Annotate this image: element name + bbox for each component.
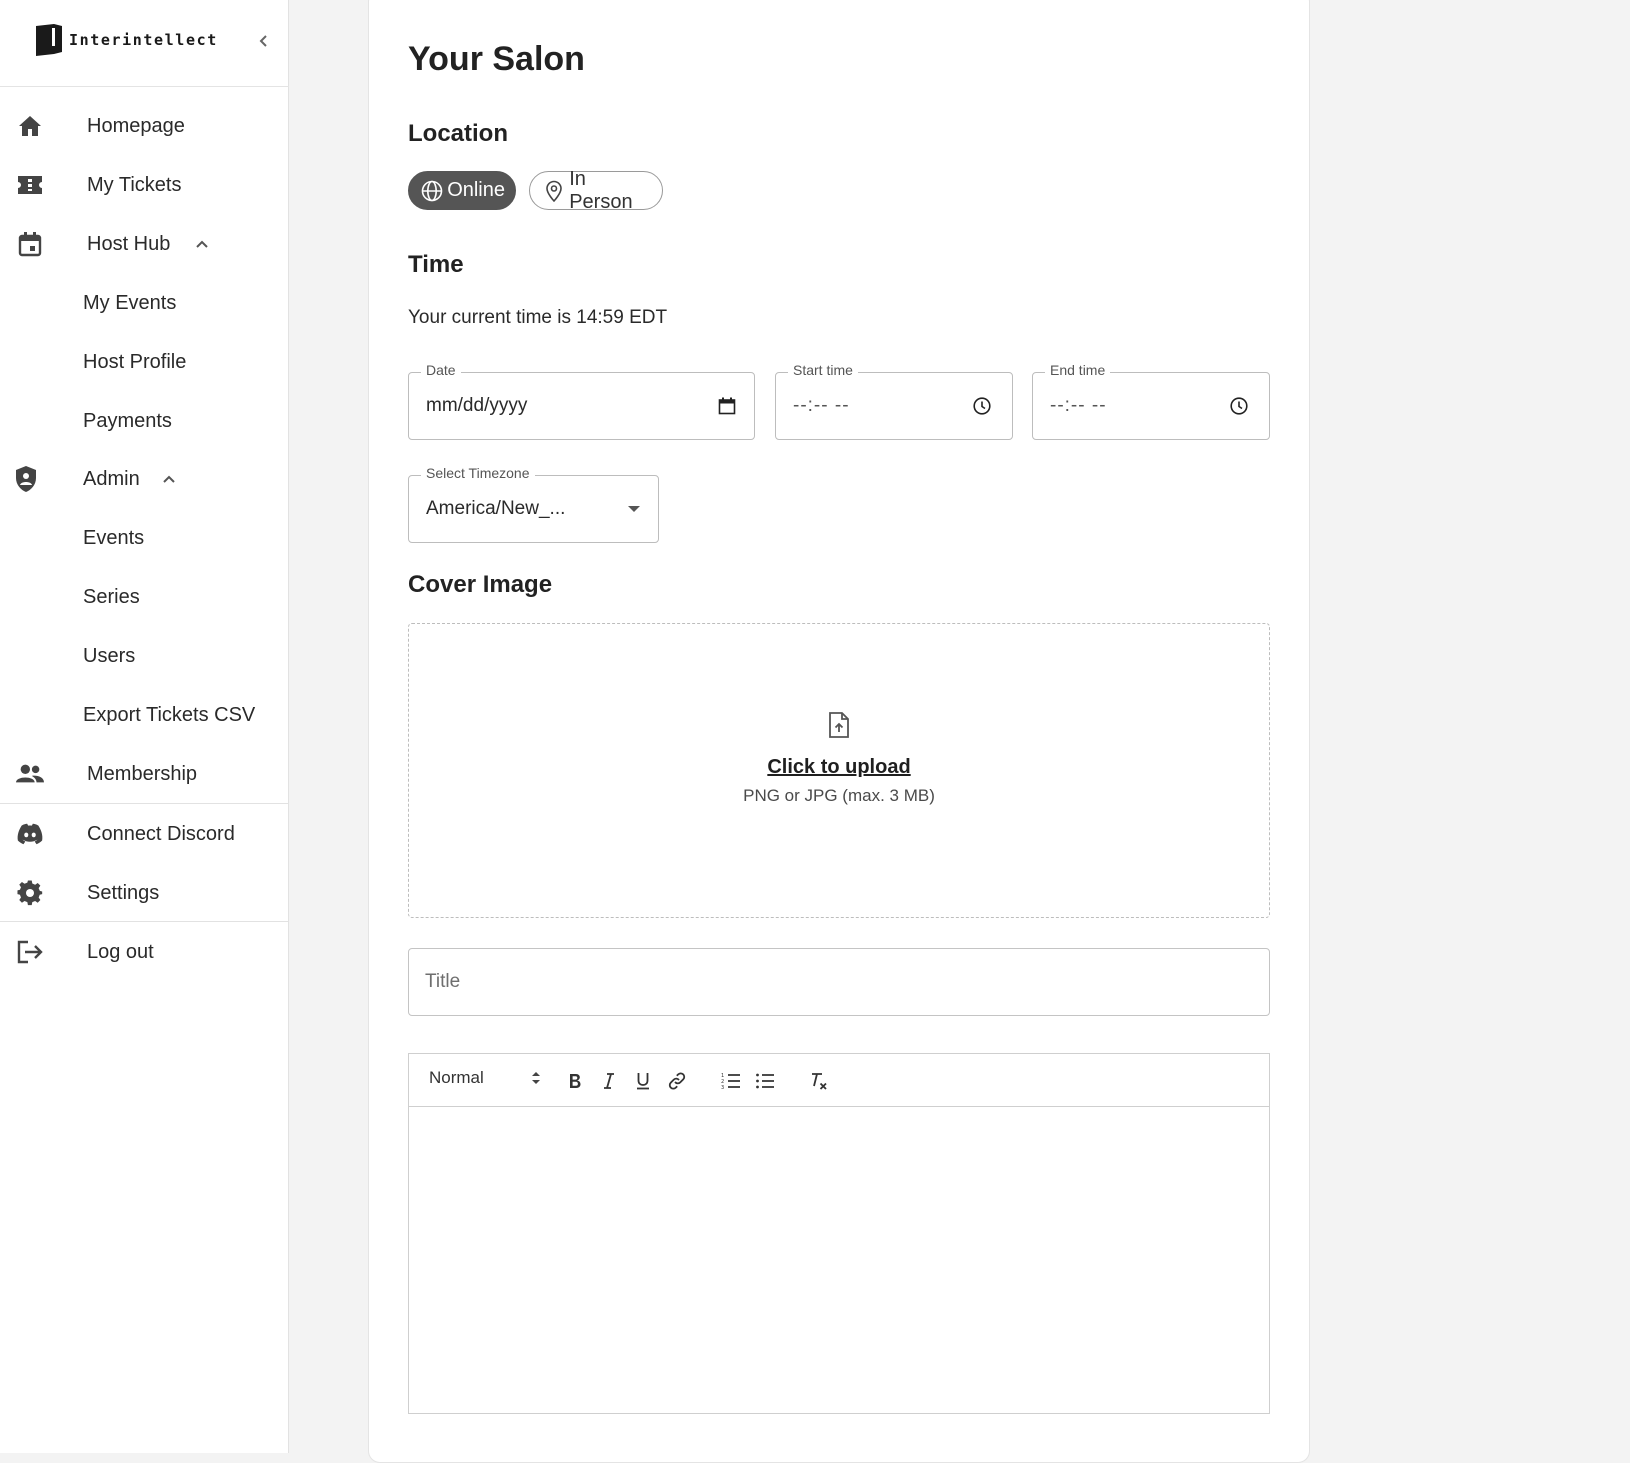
sidebar-item-label: Users (83, 644, 136, 667)
sidebar-item-membership[interactable]: Membership (0, 749, 289, 799)
clear-formatting-icon[interactable] (806, 1068, 832, 1094)
sidebar-item-label: Host Profile (83, 350, 187, 373)
start-time-field-label: Start time (788, 362, 858, 378)
globe-icon (421, 179, 443, 203)
sidebar-item-connect-discord[interactable]: Connect Discord (0, 809, 289, 859)
date-field-value: mm/dd/yyyy (426, 395, 528, 416)
sidebar-item-label: Series (83, 585, 140, 608)
svg-text:3: 3 (721, 1085, 724, 1090)
page-title: Your Salon (408, 40, 585, 78)
date-field[interactable]: Date mm/dd/yyyy (408, 362, 755, 440)
link-icon[interactable] (664, 1068, 690, 1094)
sidebar-divider (0, 921, 289, 922)
end-time-field-label: End time (1045, 362, 1111, 378)
sidebar-item-label: Homepage (87, 114, 185, 137)
sidebar-item-export-tickets-csv[interactable]: Export Tickets CSV (0, 690, 289, 740)
file-upload-icon (827, 711, 851, 744)
clock-icon[interactable] (971, 395, 993, 417)
click-to-upload-link[interactable]: Click to upload (409, 756, 1269, 779)
sidebar-item-label: Log out (87, 940, 154, 963)
location-in-person-label: In Person (569, 167, 633, 213)
sidebar: Interintellect Homepage My Tickets Host … (0, 0, 289, 1453)
location-heading: Location (408, 120, 508, 147)
editor-toolbar: Normal 123 (409, 1054, 1269, 1107)
sidebar-item-host-hub[interactable]: Host Hub (0, 219, 289, 269)
timezone-select-value: America/New_... (426, 498, 566, 519)
cover-image-upload-zone[interactable]: Click to upload PNG or JPG (max. 3 MB) (408, 623, 1270, 918)
sidebar-divider (0, 803, 289, 804)
start-time-field-value: --:-- -- (793, 395, 850, 416)
chevron-up-icon[interactable] (158, 468, 180, 490)
gear-icon (16, 879, 44, 907)
location-online-button[interactable]: Online (408, 171, 516, 210)
upload-hint: PNG or JPG (max. 3 MB) (743, 786, 935, 805)
ordered-list-icon[interactable]: 123 (718, 1068, 744, 1094)
sidebar-item-events[interactable]: Events (0, 513, 289, 563)
sidebar-item-settings[interactable]: Settings (0, 868, 289, 918)
title-input[interactable] (408, 948, 1270, 1016)
sidebar-item-users[interactable]: Users (0, 631, 289, 681)
logout-icon (16, 938, 44, 966)
sidebar-item-label: Payments (83, 409, 172, 432)
cover-image-heading: Cover Image (408, 571, 553, 598)
date-field-label: Date (421, 362, 461, 378)
timezone-select[interactable]: Select Timezone America/New_... (408, 465, 659, 543)
interintellect-logo-icon[interactable] (34, 22, 64, 63)
end-time-field-value: --:-- -- (1050, 395, 1107, 416)
sidebar-item-payments[interactable]: Payments (0, 396, 289, 446)
sidebar-item-label: Admin (83, 467, 140, 490)
calendar-icon (16, 230, 44, 258)
people-icon (16, 760, 44, 788)
ticket-icon (16, 171, 44, 199)
description-editor: Normal 123 (408, 1053, 1270, 1414)
up-down-arrows-icon (531, 1070, 541, 1091)
sidebar-item-label: Export Tickets CSV (83, 703, 256, 726)
end-time-field[interactable]: End time --:-- -- (1032, 362, 1270, 440)
sidebar-item-host-profile[interactable]: Host Profile (0, 337, 289, 387)
clock-icon[interactable] (1228, 395, 1250, 417)
sidebar-item-homepage[interactable]: Homepage (0, 101, 289, 151)
discord-icon (16, 820, 44, 848)
sidebar-item-series[interactable]: Series (0, 572, 289, 622)
sidebar-item-label: My Events (83, 291, 177, 314)
time-heading: Time (408, 251, 464, 278)
italic-icon[interactable] (596, 1068, 622, 1094)
editor-content-area[interactable] (409, 1107, 1269, 1413)
chevron-left-icon (259, 35, 267, 47)
text-format-value: Normal (429, 1068, 484, 1087)
timezone-select-label: Select Timezone (421, 465, 535, 481)
current-time-text: Your current time is 14:59 EDT (408, 307, 668, 328)
brand-name: Interintellect (69, 31, 218, 49)
sidebar-item-label: My Tickets (87, 173, 182, 196)
dropdown-arrow-icon (623, 498, 645, 520)
bullet-list-icon[interactable] (752, 1068, 778, 1094)
sidebar-item-my-tickets[interactable]: My Tickets (0, 160, 289, 210)
sidebar-item-label: Membership (87, 762, 198, 785)
home-icon (16, 112, 44, 140)
sidebar-item-my-events[interactable]: My Events (0, 278, 289, 328)
sidebar-item-log-out[interactable]: Log out (0, 927, 289, 977)
sidebar-item-label: Host Hub (87, 232, 171, 255)
sidebar-item-label: Events (83, 526, 145, 549)
text-format-select[interactable]: Normal (429, 1068, 541, 1092)
bold-icon[interactable] (562, 1068, 588, 1094)
sidebar-item-admin[interactable]: Admin (0, 454, 289, 504)
start-time-field[interactable]: Start time --:-- -- (775, 362, 1013, 440)
underline-icon[interactable] (630, 1068, 656, 1094)
chevron-up-icon[interactable] (191, 233, 213, 255)
location-online-label: Online (447, 179, 505, 201)
location-in-person-button[interactable]: In Person (529, 168, 663, 213)
sidebar-item-label: Settings (87, 881, 160, 904)
shield-user-icon (12, 465, 40, 493)
map-pin-icon (542, 179, 565, 203)
calendar-icon[interactable] (716, 395, 738, 417)
sidebar-item-label: Connect Discord (87, 822, 235, 845)
collapse-sidebar-button[interactable] (252, 29, 276, 53)
brand-header: Interintellect (0, 0, 289, 87)
